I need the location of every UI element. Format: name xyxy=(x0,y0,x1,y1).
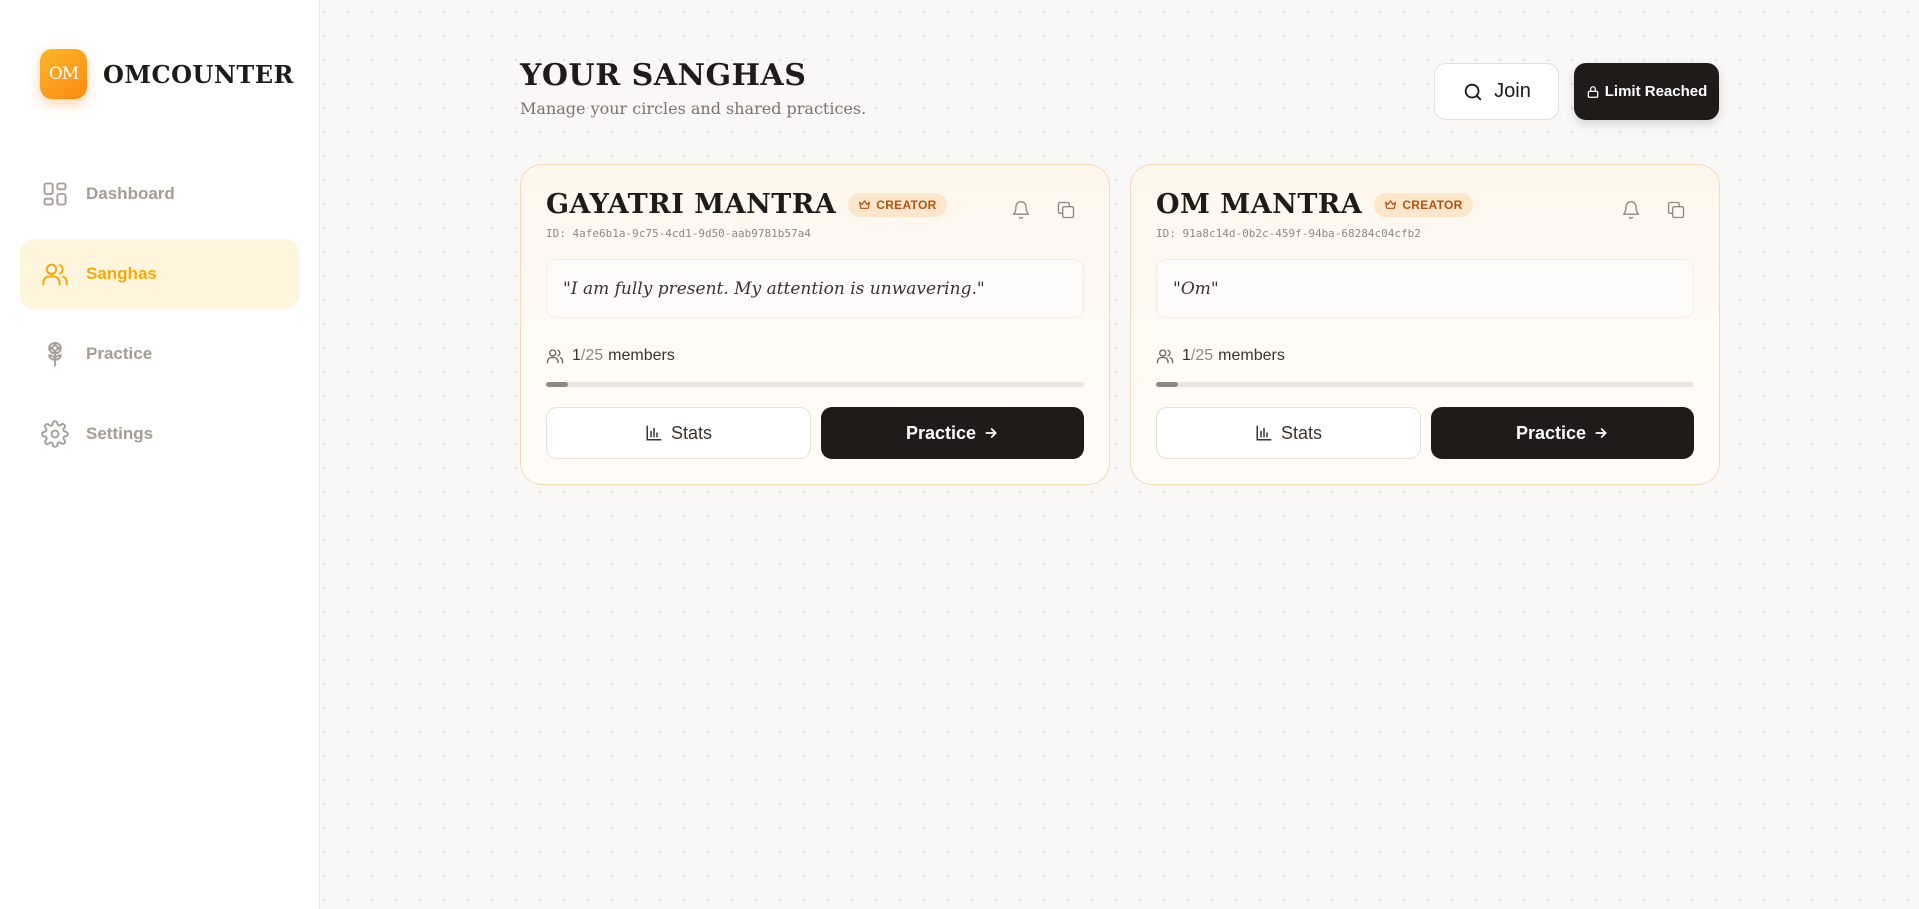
copy-icon[interactable] xyxy=(1053,197,1079,223)
members-label: members xyxy=(1218,347,1285,364)
sidebar-nav: Dashboard Sanghas Practice Settings xyxy=(20,159,299,479)
page-title: YOUR SANGHAS xyxy=(520,58,807,93)
sidebar-item-settings[interactable]: Settings xyxy=(20,399,299,469)
sidebar: OM OMCOUNTER Dashboard Sanghas Practice … xyxy=(0,0,320,909)
bar-chart-icon xyxy=(1256,425,1272,441)
stats-button[interactable]: Stats xyxy=(1156,407,1421,459)
members-progress-fill xyxy=(1156,382,1178,387)
sidebar-item-sanghas[interactable]: Sanghas xyxy=(20,239,299,309)
badge-label: CREATOR xyxy=(1402,197,1463,212)
copy-icon[interactable] xyxy=(1663,197,1689,223)
join-label: Join xyxy=(1494,80,1531,102)
members-progress-fill xyxy=(546,382,568,387)
creator-badge: CREATOR xyxy=(1374,192,1473,217)
crown-icon xyxy=(859,200,871,209)
sangha-card: GAYATRI MANTRA CREATOR ID: 4afe6b1a-9c75… xyxy=(520,164,1110,485)
card-title: OM MANTRA xyxy=(1156,189,1363,220)
search-icon xyxy=(1464,83,1482,100)
crown-icon xyxy=(1385,200,1397,209)
flower-icon xyxy=(40,339,70,369)
users-icon xyxy=(40,259,70,289)
users-icon xyxy=(1156,349,1174,364)
stats-label: Stats xyxy=(670,422,713,443)
card-title: GAYATRI MANTRA xyxy=(546,189,837,220)
om-logo: OM xyxy=(40,49,87,99)
members-total: /25 xyxy=(1190,347,1214,364)
bar-chart-icon xyxy=(646,425,662,441)
arrow-right-icon xyxy=(1595,428,1607,438)
members-label: members xyxy=(608,347,675,364)
sidebar-item-label: Practice xyxy=(86,344,153,363)
practice-button[interactable]: Practice xyxy=(1431,407,1694,459)
stats-label: Stats xyxy=(1280,422,1323,443)
practice-label: Practice xyxy=(905,422,977,443)
sangha-id: ID: 4afe6b1a-9c75-4cd1-9d50-aab9781b57a4 xyxy=(546,227,811,240)
members-progress xyxy=(546,382,1084,387)
mantra-quote: "I am fully present. My attention is unw… xyxy=(546,259,1084,318)
members-count: 1 /25 members xyxy=(1156,347,1285,365)
sangha-id: ID: 91a8c14d-0b2c-459f-94ba-68284c04cfb2 xyxy=(1156,227,1421,240)
lock-icon xyxy=(1587,85,1599,98)
members-progress xyxy=(1156,382,1694,387)
users-icon xyxy=(546,349,564,364)
arrow-right-icon xyxy=(985,428,997,438)
bell-icon[interactable] xyxy=(1618,197,1644,223)
creator-badge: CREATOR xyxy=(848,192,947,217)
sidebar-item-label: Settings xyxy=(86,424,154,443)
stats-button[interactable]: Stats xyxy=(546,407,811,459)
sidebar-item-practice[interactable]: Practice xyxy=(20,319,299,389)
members-count: 1 /25 members xyxy=(546,347,675,365)
badge-label: CREATOR xyxy=(876,197,937,212)
sidebar-item-label: Sanghas xyxy=(86,264,157,283)
gear-icon xyxy=(40,419,70,449)
bell-icon[interactable] xyxy=(1008,197,1034,223)
join-button[interactable]: Join xyxy=(1434,63,1559,120)
members-current: 1 xyxy=(572,347,581,364)
limit-label: Limit Reached xyxy=(1604,83,1708,100)
sidebar-item-label: Dashboard xyxy=(86,184,175,203)
sangha-card: OM MANTRA CREATOR ID: 91a8c14d-0b2c-459f… xyxy=(1130,164,1720,485)
page-subtitle: Manage your circles and shared practices… xyxy=(520,99,867,118)
dashboard-icon xyxy=(40,179,70,209)
app-name: OMCOUNTER xyxy=(103,59,294,89)
limit-reached-button[interactable]: Limit Reached xyxy=(1574,63,1719,120)
members-total: /25 xyxy=(580,347,604,364)
mantra-quote: "Om" xyxy=(1156,259,1694,318)
practice-button[interactable]: Practice xyxy=(821,407,1084,459)
brand[interactable]: OM OMCOUNTER xyxy=(40,49,294,99)
practice-label: Practice xyxy=(1515,422,1587,443)
sidebar-item-dashboard[interactable]: Dashboard xyxy=(20,159,299,229)
members-current: 1 xyxy=(1182,347,1191,364)
